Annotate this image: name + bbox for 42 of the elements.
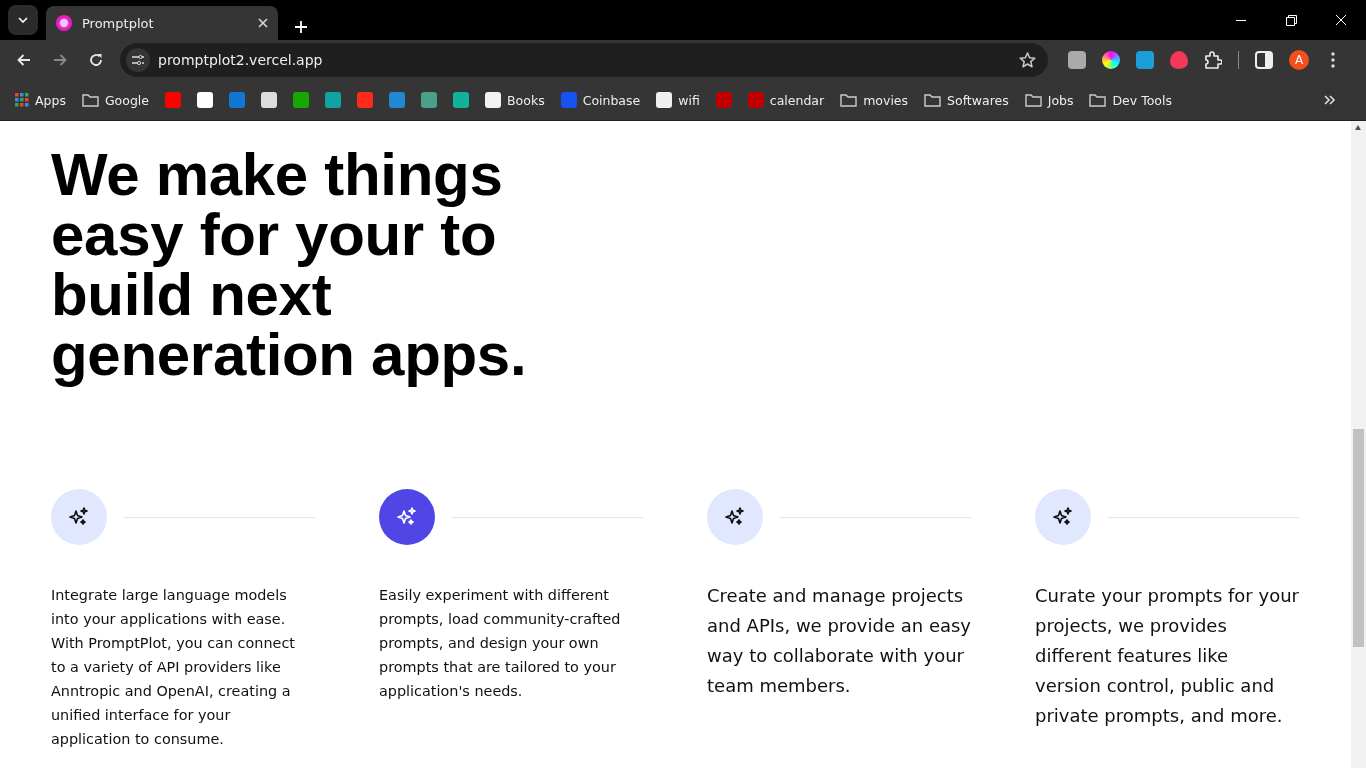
feature-description: Create and manage projects and APIs, we provide an easy way to collaborate with your team members. — [707, 584, 971, 698]
scrollbar[interactable] — [1351, 121, 1366, 768]
grid-icon — [15, 93, 29, 107]
profile-avatar[interactable]: A — [1289, 50, 1309, 70]
side-panel-icon[interactable] — [1255, 51, 1273, 69]
browser-tab[interactable]: Promptplot — [46, 6, 278, 40]
chevrons-icon[interactable] — [1324, 95, 1336, 105]
feature-description: Easily experiment with different prompts, load community-crafted prompts, and design your own prompts that are tailored to your application's needs. — [379, 586, 622, 701]
reload-icon[interactable] — [89, 53, 103, 67]
chevron-down-icon — [18, 17, 28, 23]
forward-arrow-icon[interactable] — [53, 54, 67, 66]
menu-icon[interactable] — [1331, 52, 1335, 68]
bookmark-folder[interactable]: Softwares — [919, 88, 1014, 112]
folder-icon — [81, 93, 99, 107]
folder-icon — [1024, 93, 1042, 107]
restore-icon[interactable] — [1285, 14, 1297, 26]
minimize-icon[interactable] — [1236, 19, 1246, 21]
bookmark-item[interactable]: Apps — [10, 88, 71, 112]
close-icon[interactable] — [258, 18, 268, 28]
bookmark-folder[interactable]: Jobs — [1019, 88, 1079, 112]
bookmark-item[interactable]: Coinbase — [555, 88, 646, 112]
bookmark-folder[interactable]: movies — [835, 88, 914, 112]
bookmark-item[interactable]: wifi — [651, 88, 705, 112]
bookmark-folder[interactable]: Google — [76, 88, 155, 112]
extension-icon[interactable] — [1102, 51, 1120, 69]
hero-heading: We make things easy for your to build next generation apps. — [51, 145, 528, 385]
bookmark-item[interactable]: calendar — [742, 88, 830, 112]
folder-icon — [840, 93, 858, 107]
feature-description: Curate your prompts for your projects, we provides different features like version control, public and private prompts, and more. — [1035, 584, 1299, 728]
new-tab-icon[interactable] — [294, 20, 308, 34]
bookmark-item[interactable]: Books — [480, 88, 550, 112]
back-arrow-icon[interactable] — [17, 54, 31, 66]
site-settings-icon[interactable] — [126, 48, 150, 72]
site-favicon-icon — [56, 15, 72, 31]
folder-icon — [1089, 93, 1107, 107]
star-icon[interactable] — [1019, 52, 1036, 68]
bookmark-folder[interactable]: Dev Tools — [1084, 88, 1177, 112]
address-bar[interactable]: promptplot2.vercel.app — [120, 43, 1048, 77]
tab-search-button[interactable] — [8, 5, 38, 35]
feature-description: Integrate large language models into your applications with ease. With PromptPlot, you can connect to a variety of API providers like Anntropic and OpenAI, creating a unified interface for your application to consume. — [51, 586, 296, 749]
folder-icon — [924, 93, 942, 107]
puzzle-icon[interactable] — [1204, 51, 1222, 69]
